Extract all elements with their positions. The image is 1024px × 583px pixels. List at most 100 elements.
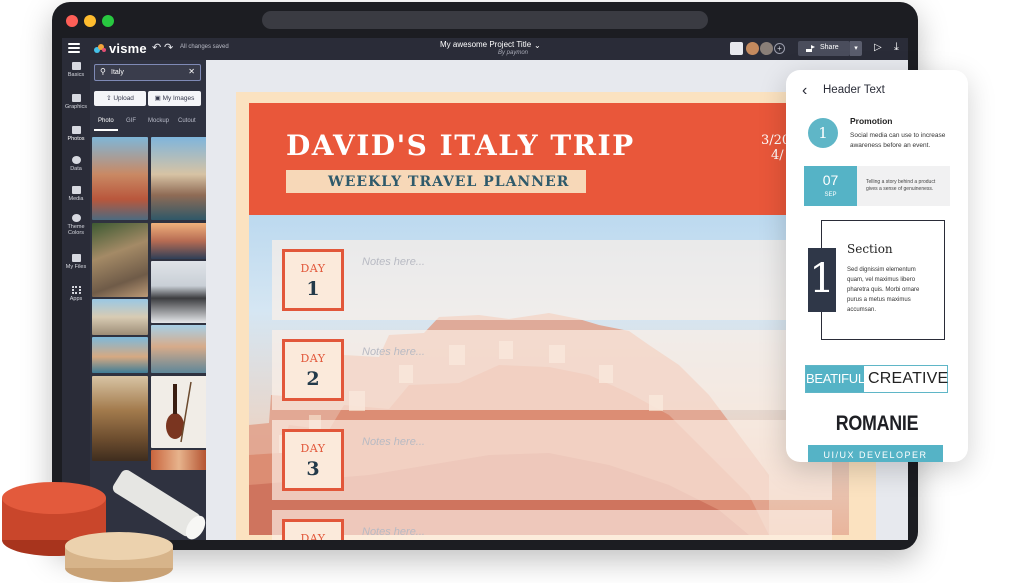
date-line-2: 4/ (771, 148, 784, 163)
notes-field[interactable]: Notes here... (362, 346, 425, 358)
close-window-button[interactable] (66, 15, 78, 27)
left-sidebar: Basics Graphics Photos Data Media Theme … (62, 60, 90, 540)
photo-thumbnail[interactable] (92, 299, 148, 335)
section-text: Sed dignissim elementum quam, vel maximu… (847, 267, 920, 313)
upload-button[interactable]: ⇪ Upload (94, 91, 146, 106)
sidebar-item-graphics[interactable]: Graphics (62, 94, 90, 110)
undo-icon[interactable]: ↶ (152, 41, 161, 54)
promotion-text: Social media can use to increase awarene… (850, 132, 946, 149)
tan-cylinder-decoration (65, 532, 173, 582)
sidebar-item-my-files[interactable]: My Files (62, 254, 90, 270)
day-label: DAY (300, 262, 326, 275)
planner-subtitle[interactable]: WEEKLY TRAVEL PLANNER (328, 174, 569, 190)
subtitle-banner[interactable]: WEEKLY TRAVEL PLANNER (286, 170, 586, 193)
day-row[interactable]: DAY 1 Notes here... (272, 240, 832, 320)
ui-developer-text-block[interactable]: UI/UX DEVELOPER (808, 445, 943, 462)
image-icon: ▣ (154, 95, 163, 102)
photo-thumbnail[interactable] (151, 376, 207, 448)
promotion-number: 1 (808, 118, 838, 148)
day-badge[interactable]: DAY 2 (282, 339, 344, 401)
logo-text: visme (109, 41, 147, 56)
photo-thumbnail[interactable] (92, 376, 148, 461)
creative-text-block[interactable]: BEATIFUL CREATIVE (805, 365, 948, 393)
back-arrow-icon[interactable]: ‹ (802, 82, 807, 100)
redo-icon[interactable]: ↷ (164, 41, 173, 54)
photo-results-grid (92, 137, 207, 470)
notes-field[interactable]: Notes here... (362, 256, 425, 268)
day-row[interactable]: DAY 2 Notes here... (272, 330, 832, 410)
photo-thumbnail[interactable] (151, 325, 207, 373)
play-icon[interactable]: ▷ (874, 42, 882, 53)
apps-icon (71, 286, 81, 294)
notes-field[interactable]: Notes here... (362, 436, 425, 448)
address-bar[interactable] (262, 11, 708, 29)
header-banner[interactable]: DAVID'S ITALY TRIP 3/20 4/ WEEKLY TRAVEL … (249, 103, 849, 215)
notification-icon[interactable] (730, 42, 743, 55)
collaborator-avatar[interactable] (760, 42, 773, 55)
clear-search-icon[interactable]: ✕ (188, 67, 195, 76)
marketing-illustration: visme ↶ ↷ All changes saved My awesome P… (0, 0, 1024, 583)
photo-thumbnail[interactable] (92, 137, 148, 220)
search-icon: ⚲ (100, 67, 106, 76)
notes-field[interactable]: Notes here... (362, 526, 425, 538)
planner-page[interactable]: DAVID'S ITALY TRIP 3/20 4/ WEEKLY TRAVEL … (236, 92, 876, 540)
minimize-window-button[interactable] (84, 15, 96, 27)
section-block[interactable]: 1 Section Sed dignissim elementum quam, … (808, 220, 946, 341)
sidebar-item-label: My Files (65, 264, 87, 270)
section-title: Section (847, 242, 893, 256)
photo-thumbnail[interactable] (151, 223, 207, 259)
autosave-status: All changes saved (180, 44, 229, 50)
sidebar-item-data[interactable]: Data (62, 156, 90, 172)
date-text: Telling a story behind a product gives a… (866, 179, 936, 192)
sidebar-item-theme-colors[interactable]: Theme Colors (62, 214, 90, 236)
share-button[interactable]: Share (798, 41, 850, 56)
date-badge: 07 SEP (804, 166, 857, 206)
sidebar-item-media[interactable]: Media (62, 186, 90, 202)
maximize-window-button[interactable] (102, 15, 114, 27)
hamburger-icon[interactable] (68, 43, 80, 53)
section-number: 1 (808, 248, 836, 312)
creative-text-right: CREATIVE (868, 370, 949, 387)
trip-title[interactable]: DAVID'S ITALY TRIP (286, 129, 635, 162)
photo-thumbnail[interactable] (92, 223, 148, 297)
my-images-button[interactable]: ▣ My Images (148, 91, 201, 106)
tab-gif[interactable]: GIF (126, 118, 136, 124)
sidebar-item-basics[interactable]: Basics (62, 62, 90, 78)
tab-photo[interactable]: Photo (98, 118, 114, 124)
basics-icon (71, 62, 81, 70)
sidebar-item-label: Photos (67, 136, 85, 142)
collaborator-avatar[interactable] (746, 42, 759, 55)
add-collaborator-icon[interactable]: + (774, 43, 785, 54)
tab-cutout[interactable]: Cutout (178, 118, 196, 124)
folder-icon (71, 254, 81, 262)
sidebar-item-apps[interactable]: Apps (62, 286, 90, 302)
my-images-label: My Images (162, 95, 195, 102)
tab-mockup[interactable]: Mockup (148, 118, 169, 124)
sidebar-item-label: Graphics (64, 104, 87, 110)
photo-type-tabs: Photo GIF Mockup Cutout (94, 115, 201, 131)
day-badge[interactable]: DAY 3 (282, 429, 344, 491)
photo-thumbnail[interactable] (151, 137, 207, 220)
romanie-text-block[interactable]: ROMANIE (800, 412, 955, 436)
media-icon (71, 186, 81, 194)
active-tab-indicator (94, 129, 118, 131)
day-badge[interactable]: DAY 1 (282, 249, 344, 311)
sidebar-item-photos[interactable]: Photos (62, 122, 90, 146)
day-row[interactable]: DAY Notes here... (272, 510, 832, 540)
day-badge[interactable]: DAY (282, 519, 344, 540)
day-number: 3 (306, 458, 320, 480)
search-input[interactable]: ⚲ Italy ✕ (94, 64, 201, 81)
app-logo[interactable]: visme (94, 41, 147, 56)
chevron-down-icon[interactable]: ⌄ (534, 41, 541, 50)
day-label: DAY (300, 532, 326, 540)
day-number: 1 (306, 278, 320, 300)
photo-thumbnail[interactable] (151, 261, 207, 323)
photo-thumbnail[interactable] (92, 337, 148, 373)
share-options-chevron-icon[interactable]: ▾ (850, 41, 862, 56)
day-number: 2 (306, 368, 320, 390)
date-block[interactable]: 07 SEP Telling a story behind a product … (804, 166, 950, 206)
sidebar-item-label: Theme Colors (67, 224, 85, 236)
day-row[interactable]: DAY 3 Notes here... (272, 420, 832, 500)
project-title[interactable]: My awesome Project Title (440, 40, 531, 49)
download-icon[interactable]: ⤓ (894, 41, 899, 54)
